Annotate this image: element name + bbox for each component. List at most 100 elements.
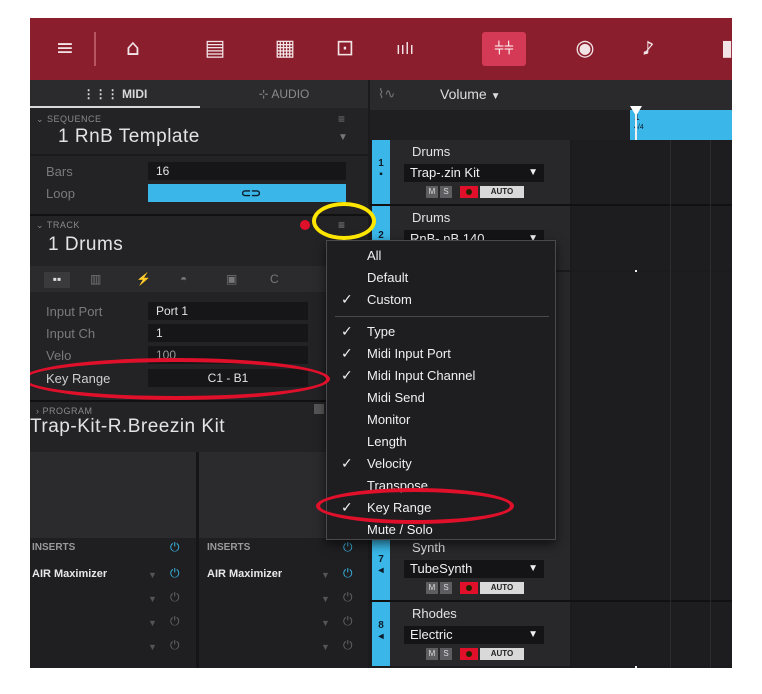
insert-power-icon[interactable]: ⏻: [170, 614, 180, 629]
insert-dropdown-icon[interactable]: ▼: [321, 618, 330, 628]
menu-icon[interactable]: ≡: [52, 32, 78, 66]
menu-item-midi-input-channel[interactable]: ✓ Midi Input Channel: [327, 365, 555, 387]
insert-power-icon[interactable]: ⏻: [170, 638, 180, 653]
insert-power-icon[interactable]: ⏻: [343, 638, 353, 653]
sample-icon[interactable]: ⊡: [330, 32, 360, 66]
solo-button[interactable]: S: [440, 186, 452, 198]
checkmark-icon: ✓: [341, 292, 353, 308]
bars-field[interactable]: 16: [148, 162, 346, 180]
inserts-power-icon[interactable]: ⏻: [170, 540, 180, 555]
divider: [30, 400, 368, 402]
input-port-field[interactable]: Port 1: [148, 302, 308, 320]
track-number: 8 ◂: [372, 602, 390, 666]
arrange-icon[interactable]: ▤: [200, 32, 230, 66]
menu-item-length[interactable]: Length: [327, 431, 555, 453]
menu-item-mute-solo[interactable]: Mute / Solo: [327, 519, 555, 541]
velo-field[interactable]: 100: [148, 346, 308, 364]
track-name[interactable]: 1 Drums: [48, 234, 123, 256]
menu-item-label: Velocity: [367, 456, 412, 471]
tab-audio[interactable]: ⊹ AUDIO: [200, 80, 368, 108]
track-lane[interactable]: [572, 140, 732, 204]
track-program-select[interactable]: Electric ▼: [404, 626, 544, 644]
insert-dropdown-icon[interactable]: ▼: [148, 594, 157, 604]
program-edit-icon[interactable]: [314, 404, 324, 414]
menu-item-monitor[interactable]: Monitor: [327, 409, 555, 431]
insert-power-icon[interactable]: ⏻: [170, 566, 180, 581]
automation-button[interactable]: AUTO: [480, 582, 524, 594]
key-range-field[interactable]: C1 - B1: [148, 369, 308, 387]
menu-item-midi-input-port[interactable]: ✓ Midi Input Port: [327, 343, 555, 365]
insert-dropdown-icon[interactable]: ▼: [321, 570, 330, 580]
inserts-power-icon[interactable]: ⏻: [343, 540, 353, 555]
insert-slot-1[interactable]: AIR Maximizer: [32, 568, 107, 580]
timeline-ruler[interactable]: 1 4/4: [370, 110, 732, 140]
track-lane[interactable]: [572, 536, 732, 600]
track-row[interactable]: 8 ◂ Rhodes Electric ▼ M S AUTO: [370, 602, 732, 666]
mixer-icon[interactable]: ⫩⫩: [482, 32, 526, 66]
volume-selector[interactable]: Volume ▼: [440, 86, 501, 102]
automation-button[interactable]: AUTO: [480, 648, 524, 660]
menu-item-label: Custom: [367, 292, 412, 307]
program-name[interactable]: Trap-Kit-R.Breezin Kit: [30, 416, 330, 438]
track-lane[interactable]: [572, 602, 732, 666]
pads-icon[interactable]: ▪▪: [44, 272, 70, 288]
window-icon[interactable]: ▣: [226, 272, 237, 286]
overflow-icon[interactable]: ▮: [720, 32, 732, 66]
menu-item-velocity[interactable]: ✓ Velocity: [327, 453, 555, 475]
insert-dropdown-icon[interactable]: ▼: [148, 570, 157, 580]
mute-button[interactable]: M: [426, 582, 438, 594]
cue-icon[interactable]: ♪̷: [628, 32, 668, 66]
plug-icon[interactable]: ⚡: [136, 272, 151, 286]
track-options-icon[interactable]: ≡: [338, 218, 345, 232]
mute-button[interactable]: M: [426, 648, 438, 660]
track-row[interactable]: 1 ▪ Drums Trap-.zin Kit ▼ M S AUTO: [370, 140, 732, 204]
plug-icon: ◂: [378, 565, 384, 576]
track-lane[interactable]: [572, 206, 732, 270]
automation-button[interactable]: AUTO: [480, 186, 524, 198]
grid-icon[interactable]: ▦: [270, 32, 300, 66]
sequence-name[interactable]: 1 RnB Template: [58, 126, 200, 148]
track-program-select[interactable]: Trap-.zin Kit ▼: [404, 164, 544, 182]
loop-toggle[interactable]: ⊂⊃: [148, 184, 346, 202]
solo-button[interactable]: S: [440, 648, 452, 660]
insert-dropdown-icon[interactable]: ▼: [148, 642, 157, 652]
menu-item-all[interactable]: All: [327, 245, 555, 267]
menu-item-transpose[interactable]: Transpose: [327, 475, 555, 497]
insert-dropdown-icon[interactable]: ▼: [321, 642, 330, 652]
track-row[interactable]: 7 ◂ Synth TubeSynth ▼ M S AUTO: [370, 536, 732, 600]
sequence-dropdown-icon[interactable]: ▼: [338, 132, 348, 143]
menu-item-label: All: [367, 248, 382, 263]
record-arm-button[interactable]: [460, 648, 478, 660]
keyboard-icon[interactable]: ▥: [90, 272, 101, 286]
menu-item-label: Midi Send: [367, 390, 425, 405]
menu-item-custom[interactable]: ✓ Custom: [327, 289, 555, 311]
loop-region[interactable]: [630, 110, 732, 140]
plug-icon: ◂: [378, 631, 384, 642]
automation-icon[interactable]: ⌇∿: [378, 86, 395, 102]
insert-slot-1[interactable]: AIR Maximizer: [207, 568, 282, 580]
record-arm-button[interactable]: [460, 582, 478, 594]
menu-item-key-range[interactable]: ✓ Key Range: [327, 497, 555, 519]
record-icon[interactable]: ◉: [570, 32, 600, 66]
solo-button[interactable]: S: [440, 582, 452, 594]
insert-dropdown-icon[interactable]: ▼: [148, 618, 157, 628]
record-arm-button[interactable]: [460, 186, 478, 198]
track-record-arm-icon[interactable]: [300, 220, 310, 230]
insert-power-icon[interactable]: ⏻: [343, 566, 353, 581]
menu-item-default[interactable]: Default: [327, 267, 555, 289]
track-program-select[interactable]: TubeSynth ▼: [404, 560, 544, 578]
insert-power-icon[interactable]: ⏻: [343, 590, 353, 605]
mute-button[interactable]: M: [426, 186, 438, 198]
insert-power-icon[interactable]: ⏻: [343, 614, 353, 629]
menu-item-type[interactable]: ✓ Type: [327, 321, 555, 343]
input-ch-field[interactable]: 1: [148, 324, 308, 342]
cc-icon[interactable]: C: [270, 272, 279, 286]
tab-midi[interactable]: ⋮⋮⋮ MIDI: [30, 80, 200, 108]
knob-icon[interactable]: ◓: [180, 272, 187, 286]
menu-item-midi-send[interactable]: Midi Send: [327, 387, 555, 409]
insert-power-icon[interactable]: ⏻: [170, 590, 180, 605]
insert-dropdown-icon[interactable]: ▼: [321, 594, 330, 604]
mixer-bars-icon[interactable]: ıılı: [390, 32, 420, 66]
sequence-options-icon[interactable]: ≡: [338, 112, 345, 126]
browser-icon[interactable]: ⌂: [118, 32, 148, 66]
